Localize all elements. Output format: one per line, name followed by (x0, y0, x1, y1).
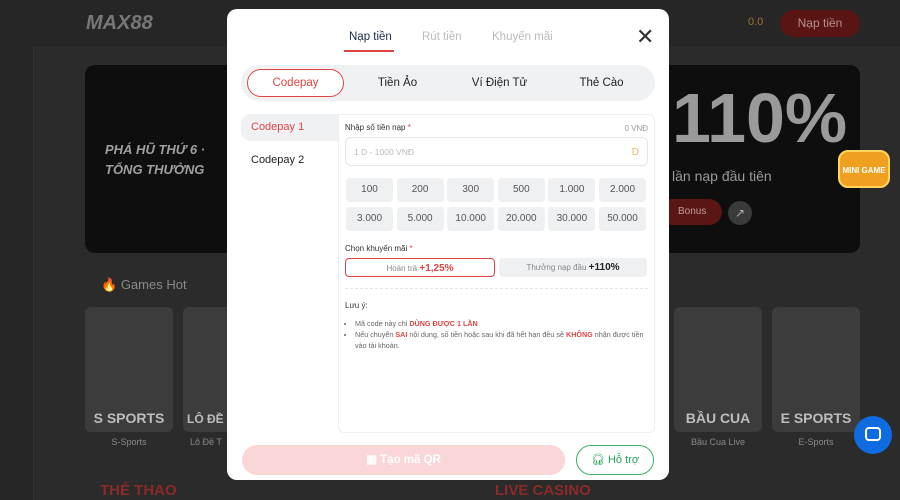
logo[interactable]: MAX88 (86, 12, 153, 35)
amount-chip[interactable]: 10.000 (447, 206, 495, 231)
sidebar (0, 46, 34, 500)
notes: Lưu ý: Mã code này chỉ DÙNG ĐƯỢC 1 LẦN N… (345, 300, 645, 351)
arrow-icon[interactable]: ↗ (728, 201, 752, 225)
amount-chip[interactable]: 20.000 (497, 206, 545, 231)
game-card[interactable]: S SPORTS (85, 307, 173, 432)
promo-label: Chọn khuyến mãi * (345, 244, 413, 253)
method-card[interactable]: Thẻ Cào (554, 69, 649, 97)
method-ewallet[interactable]: Ví Điện Tử (452, 69, 547, 97)
section-sports-title: THỂ THAO (100, 482, 177, 499)
amount-chip[interactable]: 1.000 (548, 178, 596, 202)
qr-icon: ▦ (366, 454, 377, 466)
game-card[interactable]: E SPORTS (772, 307, 860, 432)
sub-method-codepay-1[interactable]: Codepay 1 (241, 114, 338, 141)
amount-label: Nhập số tiền nạp * (345, 123, 411, 132)
games-hot-title: 🔥 Games Hot (101, 277, 187, 292)
active-tab-indicator (344, 50, 394, 52)
amount-value: 0 VNĐ (624, 124, 648, 133)
method-crypto[interactable]: Tiền Ảo (350, 69, 445, 97)
banner-big-text: 110% (672, 79, 848, 157)
sub-method-codepay-2[interactable]: Codepay 2 (241, 147, 338, 174)
banner-headline: PHÁ HŨ THỨ 6 · TỔNG THƯỞNG (105, 142, 206, 177)
chat-icon (865, 427, 881, 441)
create-qr-button[interactable]: ▦ Tạo mã QR (242, 445, 565, 475)
method-codepay[interactable]: Codepay (247, 69, 344, 97)
game-label: S-Sports (111, 437, 147, 447)
amount-chip[interactable]: 50.000 (599, 206, 646, 231)
close-icon[interactable]: ✕ (636, 24, 654, 50)
tab-withdraw[interactable]: Rút tiền (422, 31, 462, 43)
game-label: E-Sports (798, 437, 834, 447)
banner-subtitle: lần nạp đầu tiên (672, 168, 772, 184)
minigame-button[interactable]: MINI GAME (838, 150, 890, 188)
amount-input[interactable]: 1 D - 1000 VNĐ D (345, 137, 648, 166)
amount-chip[interactable]: 300 (447, 178, 495, 202)
tab-deposit[interactable]: Nạp tiền (349, 31, 392, 43)
game-label: Bầu Cua Live (690, 437, 746, 447)
divider (345, 288, 648, 289)
amount-chip[interactable]: 200 (396, 178, 444, 202)
chat-button[interactable] (854, 416, 892, 454)
amount-chip[interactable]: 2.000 (599, 178, 646, 202)
headset-icon: 🎧︎ (590, 454, 605, 466)
promo-cashback[interactable]: Hoàn trả +1,25% (345, 258, 495, 277)
game-card[interactable]: BẦU CUA (674, 307, 762, 432)
section-casino-title: LIVE CASINO (495, 482, 591, 499)
currency-suffix: D (631, 147, 639, 158)
note-item: Nếu chuyển SAI nội dung, số tiền hoặc sa… (355, 329, 645, 351)
bonus-button[interactable]: Bonus (660, 199, 722, 225)
balance: 0.0 (748, 16, 764, 28)
note-item: Mã code này chỉ DÙNG ĐƯỢC 1 LẦN (355, 318, 645, 329)
support-button[interactable]: 🎧︎ Hỗ trợ (576, 445, 654, 475)
tab-promotions[interactable]: Khuyến mãi (492, 31, 553, 43)
amount-chip[interactable]: 5.000 (396, 206, 444, 231)
amount-chip[interactable]: 100 (346, 178, 393, 202)
fire-icon: 🔥 (101, 277, 118, 292)
game-label: Lô Đề T (190, 437, 222, 447)
header-deposit-button[interactable]: Nạp tiền (780, 10, 860, 37)
amount-chip[interactable]: 3.000 (346, 206, 393, 231)
amount-chip[interactable]: 500 (497, 178, 545, 202)
amount-chip[interactable]: 30.000 (548, 206, 596, 231)
promo-first-deposit[interactable]: Thưởng nạp đầu +110% (499, 258, 647, 277)
